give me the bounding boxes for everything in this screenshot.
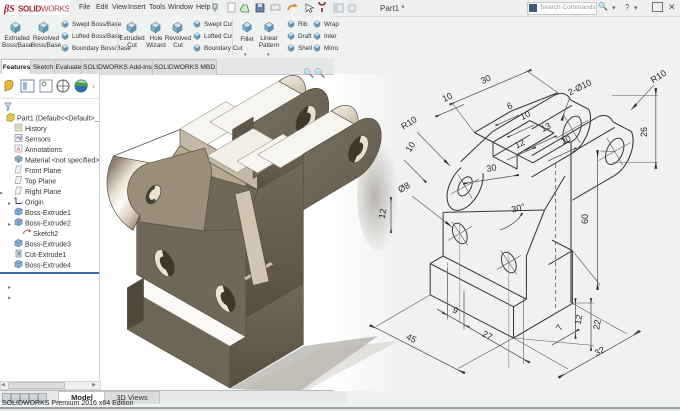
svg-text:Material <not specified>: Material <not specified> — [25, 158, 99, 165]
svg-text:30: 30 — [486, 162, 498, 174]
svg-text:Origin: Origin — [25, 200, 44, 207]
svg-text:▸: ▸ — [8, 201, 11, 207]
svg-text:Part1 (Default<<Default>_Displ: Part1 (Default<<Default>_Displa — [17, 116, 99, 123]
svg-text:A: A — [16, 147, 20, 153]
svg-text:60: 60 — [580, 214, 590, 224]
svg-text:▸: ▸ — [8, 222, 11, 228]
svg-text:Right Plane: Right Plane — [25, 189, 61, 196]
svg-text:▸: ▸ — [0, 191, 3, 197]
svg-text:Front Plane: Front Plane — [25, 168, 61, 175]
svg-text:Sensors: Sensors — [25, 137, 51, 144]
svg-text:Annotations: Annotations — [25, 147, 62, 154]
svg-text:22: 22 — [591, 319, 603, 331]
svg-text:▸: ▸ — [8, 285, 11, 291]
svg-text:12: 12 — [377, 208, 389, 220]
svg-text:Top Plane: Top Plane — [25, 179, 56, 186]
svg-text:Boss-Extrude1: Boss-Extrude1 — [25, 210, 71, 217]
svg-text:βS: βS — [3, 4, 15, 15]
svg-text:Boss-Extrude2: Boss-Extrude2 — [25, 221, 71, 228]
svg-text:Boss-Extrude3: Boss-Extrude3 — [25, 242, 71, 249]
svg-text:▸: ▸ — [8, 296, 11, 302]
svg-text:WORKS: WORKS — [41, 5, 69, 14]
svg-text:SOLID: SOLID — [18, 5, 41, 14]
svg-text:Cut-Extrude1: Cut-Extrude1 — [25, 252, 66, 259]
svg-text:Boss-Extrude4: Boss-Extrude4 — [25, 263, 71, 270]
svg-text:26: 26 — [639, 127, 649, 137]
svg-text:Sketch2: Sketch2 — [33, 231, 58, 238]
svg-text:12: 12 — [573, 314, 585, 326]
svg-text:History: History — [25, 126, 47, 133]
